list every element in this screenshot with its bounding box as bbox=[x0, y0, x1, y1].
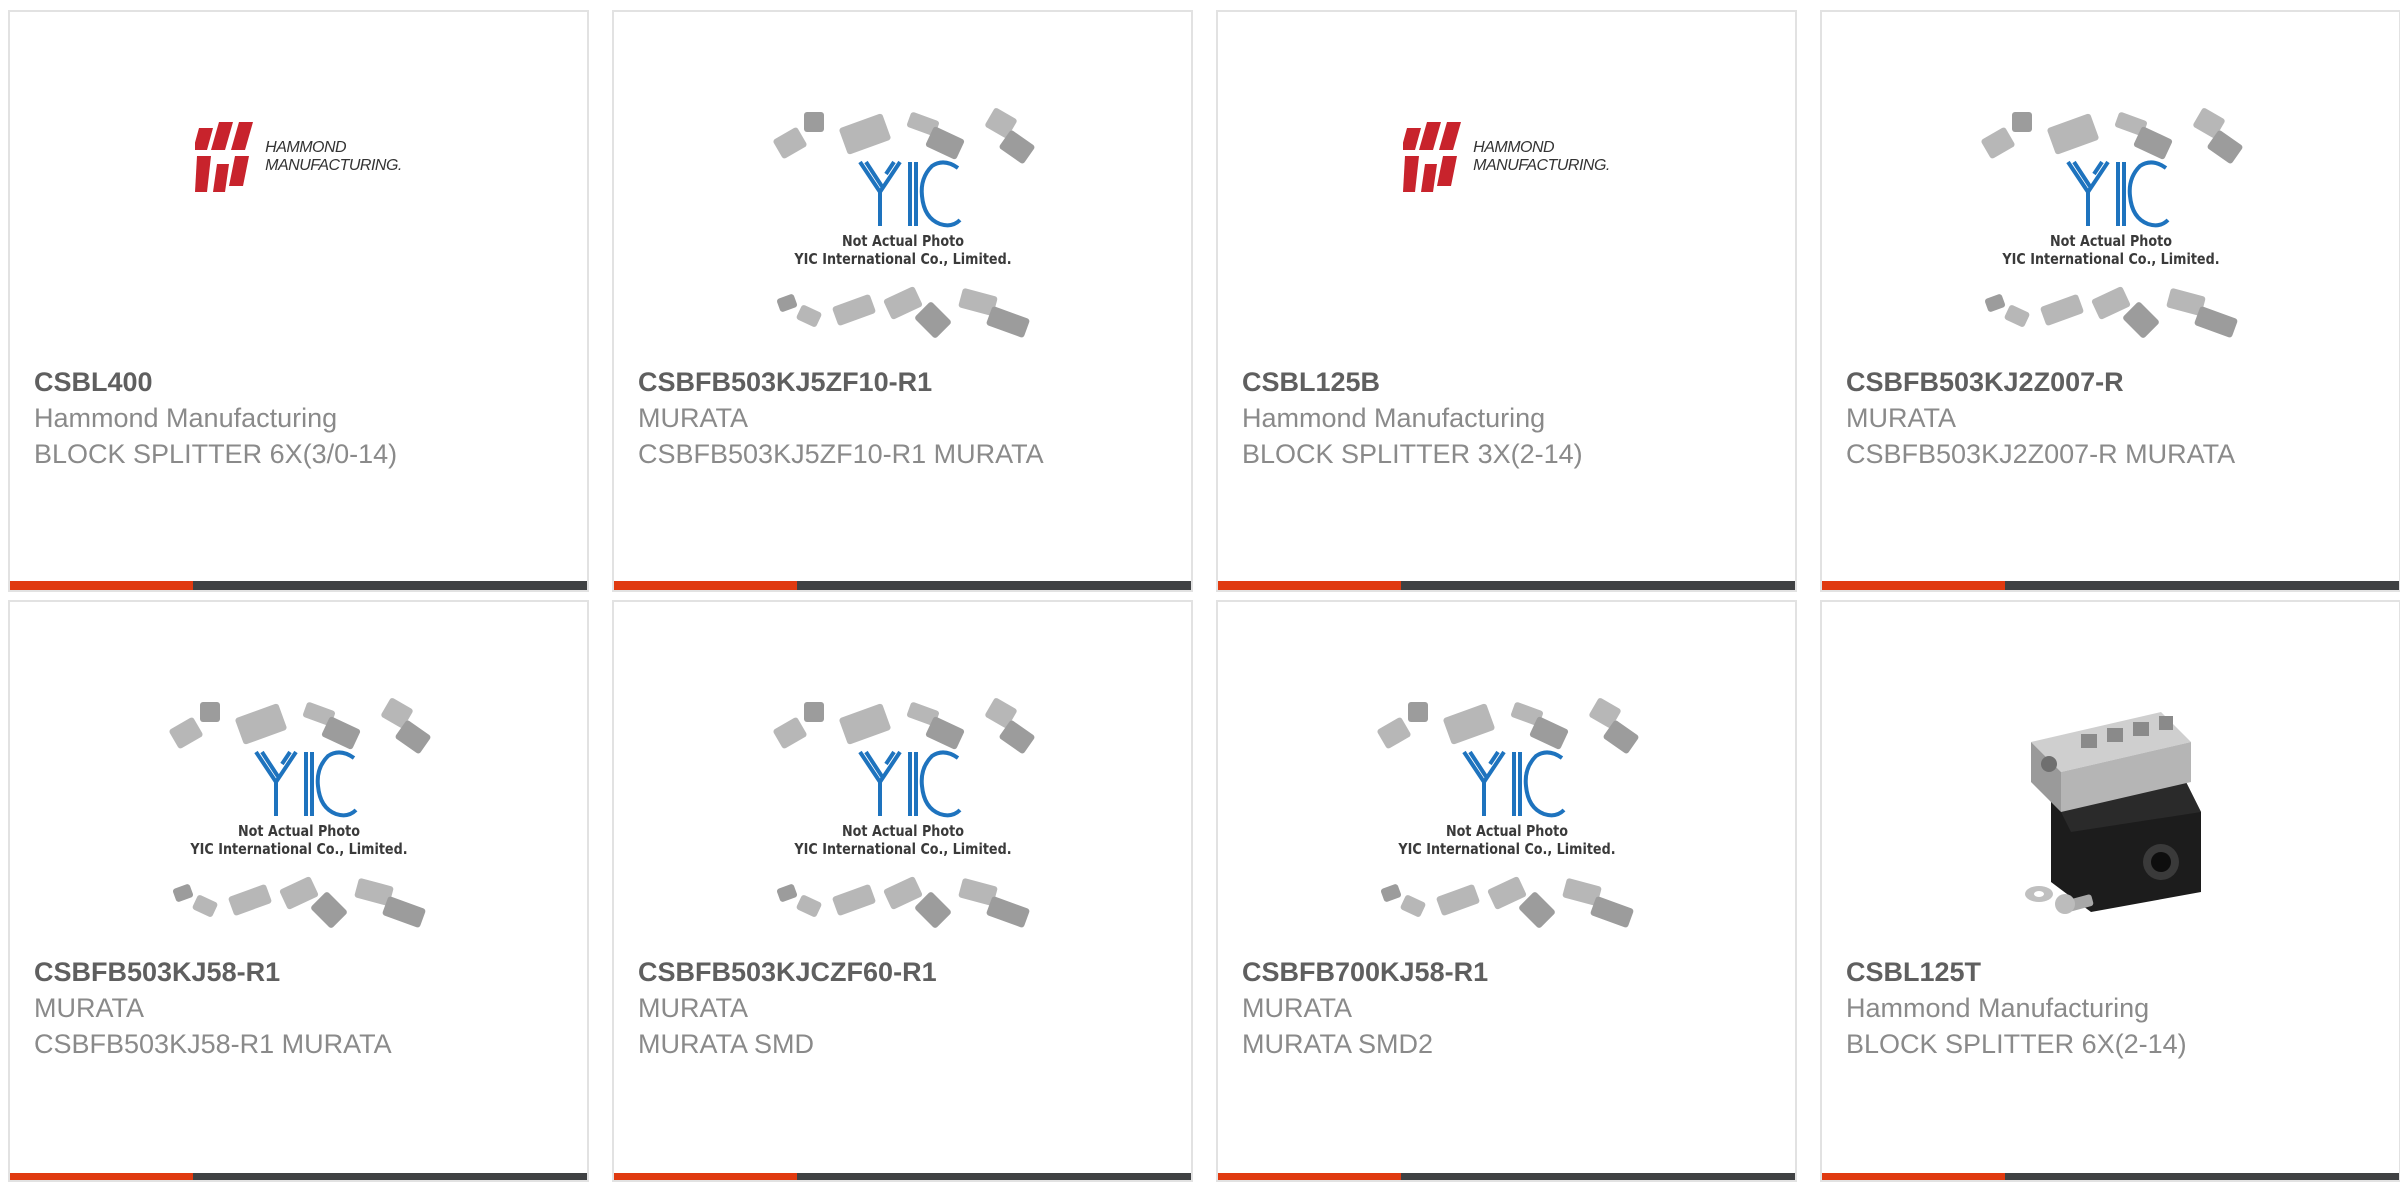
card-bottom-bar bbox=[1822, 1173, 2399, 1180]
description: MURATA SMD bbox=[638, 1029, 815, 1059]
product-grid: HAMMOND MANUFACTURING. CSBL400 Hammond M… bbox=[0, 0, 2400, 1182]
card-bottom-bar bbox=[1218, 581, 1795, 590]
placeholder-caption-line2: YIC International Co., Limited. bbox=[2001, 250, 2220, 268]
description: BLOCK SPLITTER 3X(2-14) bbox=[1242, 439, 1583, 469]
description: BLOCK SPLITTER 6X(2-14) bbox=[1846, 1029, 2187, 1059]
hammond-logo: HAMMOND MANUFACTURING. bbox=[1403, 120, 1610, 194]
product-image[interactable]: Not Actual Photo YIC International Co., … bbox=[1822, 92, 2399, 352]
card-accent-bar bbox=[1218, 1173, 1401, 1180]
splitter-block-photo bbox=[2024, 712, 2201, 914]
manufacturer: Hammond Manufacturing bbox=[1242, 403, 1546, 433]
manufacturer: MURATA bbox=[34, 993, 144, 1023]
placeholder-caption-line2: YIC International Co., Limited. bbox=[1397, 840, 1616, 858]
part-number-link[interactable]: CSBFB503KJ2Z007-R bbox=[1846, 364, 2379, 400]
card-bottom-bar bbox=[614, 581, 1191, 590]
yic-logo bbox=[253, 750, 357, 818]
part-number-link[interactable]: CSBFB700KJ58-R1 bbox=[1242, 954, 1775, 990]
product-card[interactable]: Not Actual Photo YIC International Co., … bbox=[612, 600, 1193, 1182]
product-image[interactable]: Not Actual Photo YIC International Co., … bbox=[10, 682, 587, 942]
product-card[interactable]: Not Actual Photo YIC International Co., … bbox=[8, 600, 589, 1182]
yic-placeholder-image: Not Actual Photo YIC International Co., … bbox=[164, 692, 434, 932]
product-card[interactable]: Not Actual Photo YIC International Co., … bbox=[612, 10, 1193, 592]
chip-packages-top-icon bbox=[1980, 108, 2242, 164]
manufacturer: Hammond Manufacturing bbox=[34, 403, 338, 433]
chip-packages-top-icon bbox=[772, 698, 1034, 754]
placeholder-caption-line1: Not Actual Photo bbox=[841, 232, 964, 250]
placeholder-caption-line1: Not Actual Photo bbox=[2049, 232, 2172, 250]
chip-packages-top-icon bbox=[168, 698, 430, 754]
hammond-logo-line1: HAMMOND bbox=[265, 139, 347, 156]
description: CSBFB503KJ58-R1 MURATA bbox=[34, 1029, 392, 1059]
chip-packages-bottom-icon bbox=[776, 286, 1029, 338]
card-bottom-bar bbox=[10, 1173, 587, 1180]
card-accent-bar bbox=[1822, 581, 2005, 590]
chip-packages-bottom-icon bbox=[776, 876, 1029, 928]
product-card[interactable]: Not Actual Photo YIC International Co., … bbox=[1216, 600, 1797, 1182]
product-image[interactable]: Not Actual Photo YIC International Co., … bbox=[614, 92, 1191, 352]
yic-logo bbox=[857, 160, 961, 228]
description: CSBFB503KJ2Z007-R MURATA bbox=[1846, 439, 2236, 469]
placeholder-caption-line1: Not Actual Photo bbox=[237, 822, 360, 840]
part-number-link[interactable]: CSBFB503KJCZF60-R1 bbox=[638, 954, 1171, 990]
manufacturer: MURATA bbox=[638, 993, 748, 1023]
placeholder-caption-line2: YIC International Co., Limited. bbox=[793, 840, 1012, 858]
yic-placeholder-image: Not Actual Photo YIC International Co., … bbox=[768, 102, 1038, 342]
card-accent-bar bbox=[614, 581, 797, 590]
product-card[interactable]: CSBL125T Hammond Manufacturing BLOCK SPL… bbox=[1820, 600, 2400, 1182]
hammond-logo: HAMMOND MANUFACTURING. bbox=[195, 120, 402, 194]
part-number-link[interactable]: CSBL400 bbox=[34, 364, 567, 400]
manufacturer: MURATA bbox=[1242, 993, 1352, 1023]
card-accent-bar bbox=[614, 1173, 797, 1180]
part-number-link[interactable]: CSBL125B bbox=[1242, 364, 1775, 400]
card-accent-bar bbox=[1822, 1173, 2005, 1180]
chip-packages-top-icon bbox=[1376, 698, 1638, 754]
placeholder-caption-line1: Not Actual Photo bbox=[841, 822, 964, 840]
part-number-link[interactable]: CSBFB503KJ58-R1 bbox=[34, 954, 567, 990]
manufacturer: Hammond Manufacturing bbox=[1846, 993, 2150, 1023]
yic-placeholder-image: Not Actual Photo YIC International Co., … bbox=[1372, 692, 1642, 932]
product-card[interactable]: HAMMOND MANUFACTURING. CSBL400 Hammond M… bbox=[8, 10, 589, 592]
yic-placeholder-image: Not Actual Photo YIC International Co., … bbox=[1976, 102, 2246, 342]
product-image[interactable] bbox=[1822, 682, 2399, 942]
description: BLOCK SPLITTER 6X(3/0-14) bbox=[34, 439, 398, 469]
product-image[interactable]: HAMMOND MANUFACTURING. bbox=[10, 92, 587, 352]
part-number-link[interactable]: CSBL125T bbox=[1846, 954, 2379, 990]
placeholder-caption-line1: Not Actual Photo bbox=[1445, 822, 1568, 840]
hammond-logo-line2: MANUFACTURING. bbox=[1473, 157, 1610, 174]
card-accent-bar bbox=[10, 581, 193, 590]
product-image[interactable]: HAMMOND MANUFACTURING. bbox=[1218, 92, 1795, 352]
card-accent-bar bbox=[1218, 581, 1401, 590]
product-card[interactable]: HAMMOND MANUFACTURING. CSBL125B Hammond … bbox=[1216, 10, 1797, 592]
chip-packages-bottom-icon bbox=[1984, 286, 2237, 338]
yic-logo bbox=[2065, 160, 2169, 228]
chip-packages-top-icon bbox=[772, 108, 1034, 164]
description: CSBFB503KJ5ZF10-R1 MURATA bbox=[638, 439, 1044, 469]
card-bottom-bar bbox=[10, 581, 587, 590]
part-number-link[interactable]: CSBFB503KJ5ZF10-R1 bbox=[638, 364, 1171, 400]
product-card[interactable]: Not Actual Photo YIC International Co., … bbox=[1820, 10, 2400, 592]
chip-packages-bottom-icon bbox=[172, 876, 425, 928]
yic-placeholder-image: Not Actual Photo YIC International Co., … bbox=[768, 692, 1038, 932]
hammond-logo-line2: MANUFACTURING. bbox=[265, 157, 402, 174]
placeholder-caption-line2: YIC International Co., Limited. bbox=[793, 250, 1012, 268]
manufacturer: MURATA bbox=[638, 403, 748, 433]
card-bottom-bar bbox=[1822, 581, 2399, 590]
yic-logo bbox=[857, 750, 961, 818]
hammond-logo-line1: HAMMOND bbox=[1473, 139, 1555, 156]
manufacturer: MURATA bbox=[1846, 403, 1956, 433]
chip-packages-bottom-icon bbox=[1380, 876, 1633, 928]
product-image[interactable]: Not Actual Photo YIC International Co., … bbox=[614, 682, 1191, 942]
yic-logo bbox=[1461, 750, 1565, 818]
card-bottom-bar bbox=[1218, 1173, 1795, 1180]
placeholder-caption-line2: YIC International Co., Limited. bbox=[189, 840, 408, 858]
product-image[interactable]: Not Actual Photo YIC International Co., … bbox=[1218, 682, 1795, 942]
card-bottom-bar bbox=[614, 1173, 1191, 1180]
description: MURATA SMD2 bbox=[1242, 1029, 1434, 1059]
card-accent-bar bbox=[10, 1173, 193, 1180]
